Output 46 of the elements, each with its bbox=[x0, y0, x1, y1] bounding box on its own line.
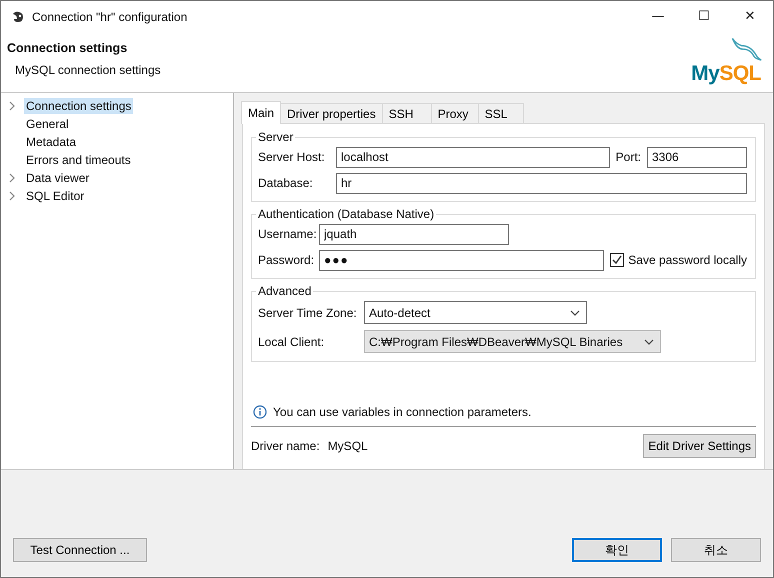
field-label: Server Host: bbox=[258, 150, 326, 164]
tree-item[interactable]: Data viewer bbox=[24, 170, 92, 186]
field-label: Port: bbox=[616, 150, 641, 164]
caret-icon bbox=[644, 338, 654, 344]
tab[interactable]: Proxy bbox=[430, 103, 479, 123]
cancel-button[interactable]: 취소 bbox=[671, 538, 761, 562]
tree-item[interactable]: General bbox=[24, 116, 71, 132]
caret-icon bbox=[570, 310, 580, 316]
mysql-logo: MySQL bbox=[665, 32, 765, 92]
input-field[interactable]: hr bbox=[336, 172, 747, 194]
input-field[interactable]: 3306 bbox=[647, 146, 747, 168]
dropdown[interactable]: Auto-detect bbox=[364, 301, 587, 324]
ok-button[interactable]: 확인 bbox=[572, 538, 662, 562]
field-label: Database: bbox=[258, 176, 314, 190]
info-text: You can use variables in connection parameters. bbox=[273, 405, 532, 419]
input-field[interactable]: localhost bbox=[336, 146, 610, 168]
minimize-button[interactable]: — bbox=[635, 2, 681, 32]
page-title: Connection settings bbox=[7, 41, 128, 55]
tab[interactable]: Driver properties bbox=[280, 103, 383, 123]
password-field[interactable]: ●●● bbox=[319, 250, 604, 270]
field-label: Password: bbox=[258, 253, 316, 267]
group-title: Server bbox=[257, 130, 294, 144]
tab[interactable]: Main bbox=[241, 101, 282, 124]
app-icon bbox=[11, 10, 25, 24]
edit-driver-button[interactable]: Edit Driver Settings bbox=[643, 434, 756, 458]
field-label: Username: bbox=[258, 227, 318, 241]
close-button[interactable]: ✕ bbox=[727, 2, 773, 32]
field-label: Server Time Zone: bbox=[258, 306, 358, 320]
maximize-button[interactable]: ☐ bbox=[681, 2, 727, 32]
input-field[interactable]: jquath bbox=[319, 224, 509, 244]
driver-name: MySQL bbox=[328, 439, 369, 453]
window-title: Connection "hr" configuration bbox=[32, 10, 188, 24]
driver-label: Driver name: bbox=[251, 439, 320, 453]
checkbox-label: Save password locally bbox=[628, 253, 747, 267]
tree-item[interactable]: Connection settings bbox=[24, 98, 134, 114]
tree-item[interactable]: SQL Editor bbox=[24, 188, 86, 204]
test-connection-button[interactable]: Test Connection ... bbox=[13, 538, 147, 562]
group-title: Authentication (Database Native) bbox=[257, 207, 436, 221]
info-icon bbox=[253, 405, 267, 419]
tree-item[interactable]: Errors and timeouts bbox=[24, 152, 133, 168]
checkbox[interactable] bbox=[610, 253, 624, 267]
field-label: Local Client: bbox=[258, 334, 326, 348]
tree-item[interactable]: Metadata bbox=[24, 134, 78, 150]
page-subtitle: MySQL connection settings bbox=[15, 63, 161, 77]
tab[interactable]: SSL bbox=[478, 103, 524, 123]
group-title: Advanced bbox=[257, 284, 312, 298]
